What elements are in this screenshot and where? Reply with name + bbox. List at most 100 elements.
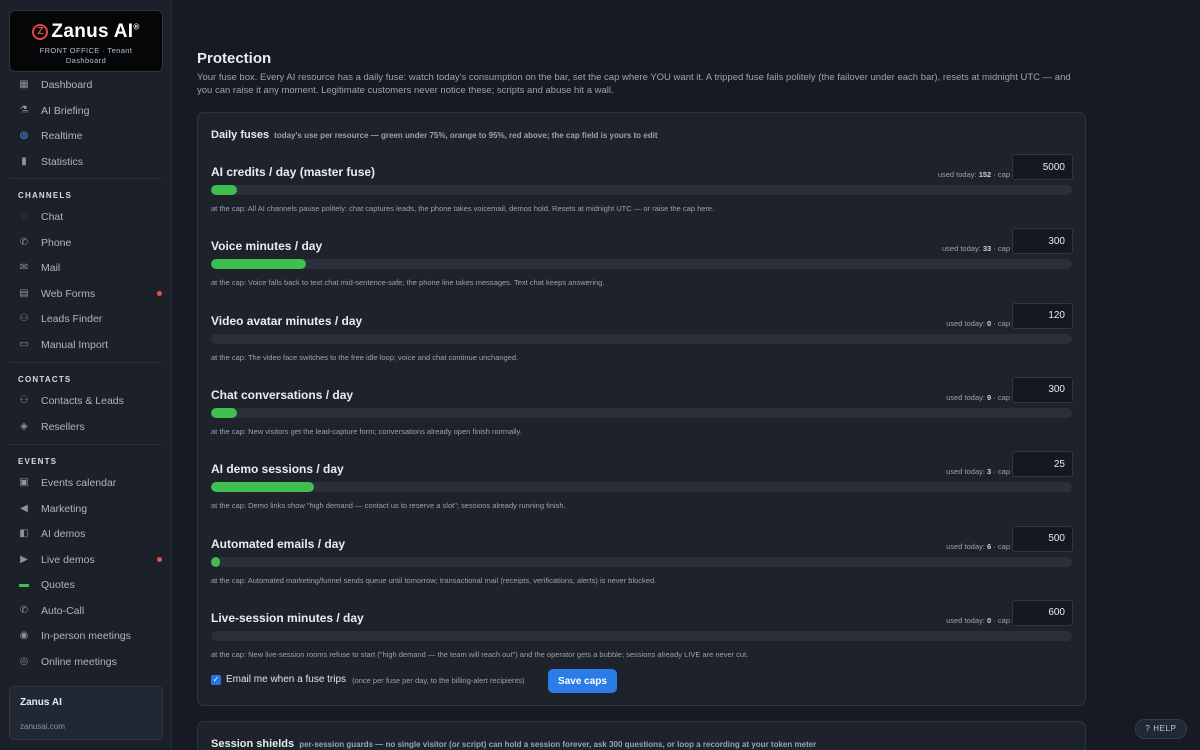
divider bbox=[9, 178, 161, 179]
sidebar-item-resellers[interactable]: ◈ Resellers bbox=[18, 418, 158, 436]
divider bbox=[9, 362, 161, 363]
daily-fuses-header: Daily fuses today's use per resource — g… bbox=[211, 129, 658, 141]
sidebar-item-web-forms[interactable]: ▤ Web Forms bbox=[18, 285, 162, 303]
sidebar-item-leads-finder[interactable]: ⚇ Leads Finder bbox=[18, 310, 158, 328]
sidebar-item-label: Chat bbox=[41, 211, 64, 223]
sidebar-item-label: Realtime bbox=[41, 130, 83, 142]
fuse-cap-input[interactable] bbox=[1012, 599, 1073, 626]
email-alert-hint: (once per fuse per day, to the billing-a… bbox=[352, 676, 525, 685]
fuse-usage: used today: 0 · cap bbox=[946, 615, 1010, 625]
fuse-usage: used today: 152 · cap bbox=[937, 170, 1010, 179]
divider bbox=[9, 444, 161, 445]
quote-icon: ▬ bbox=[19, 579, 29, 590]
notification-dot bbox=[157, 556, 162, 562]
fuse-cap-input[interactable] bbox=[1012, 154, 1073, 180]
sidebar-item-online-meetings[interactable]: ◎ Online meetings bbox=[18, 653, 158, 671]
sidebar-item-label: Statistics bbox=[41, 155, 84, 168]
company-card[interactable]: Zanus AI zanusai.com bbox=[9, 686, 163, 740]
fuse-usage-bar bbox=[211, 407, 1072, 418]
fuse-cap-input[interactable] bbox=[1012, 376, 1073, 403]
sidebar-item-label: Contacts & Leads bbox=[41, 395, 124, 407]
sidebar: Z Zanus AI® FRONT OFFICE · Tenant Dashbo… bbox=[0, 0, 172, 750]
fuse-row: Voice minutes / day used today: 33 · cap a… bbox=[211, 228, 1073, 305]
megaphone-icon: ◀ bbox=[20, 502, 28, 514]
fuse-cap-input[interactable] bbox=[1012, 302, 1073, 329]
sidebar-item-in-person-meetings[interactable]: ◉ In-person meetings bbox=[18, 627, 158, 645]
help-button[interactable]: ? HELP bbox=[1135, 719, 1187, 739]
fuse-cap-input[interactable] bbox=[1012, 228, 1073, 255]
fuse-usage: used today: 9 · cap bbox=[946, 392, 1010, 402]
sidebar-item-statistics[interactable]: ▮ Statistics bbox=[18, 153, 158, 171]
fuse-usage-bar bbox=[211, 259, 1072, 270]
section-title-events: EVENTS bbox=[18, 457, 58, 466]
sidebar-item-auto-call[interactable]: ✆ Auto-Call bbox=[18, 602, 158, 620]
save-caps-button[interactable]: Save caps bbox=[548, 669, 617, 693]
fuse-usage-fill bbox=[211, 556, 220, 567]
fuse-usage-fill bbox=[211, 259, 306, 270]
sidebar-item-quotes[interactable]: ▬ Quotes bbox=[18, 576, 158, 594]
sidebar-item-ai-briefing[interactable]: ⚗ AI Briefing bbox=[18, 102, 158, 120]
sidebar-item-realtime[interactable]: ◍ Realtime bbox=[18, 127, 158, 145]
sidebar-item-ai-demos[interactable]: ◧ AI demos bbox=[18, 525, 158, 543]
fuse-row: Automated emails / day used today: 6 · ca… bbox=[211, 525, 1073, 603]
sidebar-item-dashboard[interactable]: ▦ Dashboard bbox=[18, 76, 158, 94]
sidebar-item-marketing[interactable]: ◀ Marketing bbox=[18, 500, 158, 518]
import-icon: ▭ bbox=[19, 338, 29, 350]
fuse-usage-bar bbox=[211, 630, 1072, 641]
sidebar-item-chat[interactable]: ◌ Chat bbox=[18, 208, 158, 226]
sidebar-item-label: Phone bbox=[41, 236, 72, 249]
sidebar-item-label: Live demos bbox=[41, 553, 95, 566]
auto-call-icon: ✆ bbox=[19, 604, 29, 616]
fuse-usage-bar bbox=[211, 333, 1072, 344]
ai-demo-icon: ◧ bbox=[19, 528, 29, 539]
briefing-icon: ⚗ bbox=[19, 104, 29, 116]
fuse-title: AI credits / day (master fuse) bbox=[211, 165, 376, 179]
sidebar-item-manual-import[interactable]: ▭ Manual Import bbox=[18, 336, 158, 354]
brand-logo[interactable]: Z Zanus AI® FRONT OFFICE · Tenant Dashbo… bbox=[9, 10, 163, 72]
sidebar-item-label: Online meetings bbox=[41, 655, 117, 668]
sidebar-item-label: Mail bbox=[41, 262, 61, 274]
fuse-failover-note: at the cap: Automated marketing/funnel s… bbox=[211, 575, 657, 585]
grid-icon: ▦ bbox=[19, 79, 29, 90]
sidebar-item-mail[interactable]: ✉ Mail bbox=[18, 259, 158, 277]
fuse-usage-fill bbox=[211, 185, 237, 195]
fuse-row: Video avatar minutes / day used today: 0 … bbox=[211, 302, 1073, 380]
fuse-usage-fill bbox=[211, 407, 237, 418]
page-description: Your fuse box. Every AI resource has a d… bbox=[197, 72, 1071, 96]
sidebar-item-label: Resellers bbox=[41, 420, 85, 433]
fuse-title: Automated emails / day bbox=[211, 536, 346, 551]
fuse-failover-note: at the cap: Voice falls back to text cha… bbox=[211, 278, 605, 288]
section-title-channels: CHANNELS bbox=[18, 191, 73, 200]
sidebar-item-contacts-leads[interactable]: ⚇ Contacts & Leads bbox=[18, 392, 158, 410]
calendar-icon: ▣ bbox=[19, 477, 29, 488]
sidebar-item-label: Quotes bbox=[41, 579, 75, 591]
fuse-usage: used today: 3 · cap bbox=[946, 467, 1010, 477]
brand-subtitle: FRONT OFFICE · Tenant Dashboard bbox=[39, 46, 133, 65]
checkbox-checked-icon[interactable]: ✓ bbox=[211, 674, 221, 685]
sidebar-item-label: AI Briefing bbox=[41, 104, 90, 117]
contacts-icon: ⚇ bbox=[19, 395, 29, 406]
fuse-failover-note: at the cap: Demo links show "high demand… bbox=[211, 501, 566, 511]
section-title-contacts: CONTACTS bbox=[18, 375, 72, 384]
session-shields-panel: Session shields per-session guards — no … bbox=[197, 721, 1086, 750]
sidebar-item-label: AI demos bbox=[41, 528, 86, 540]
sidebar-item-label: Events calendar bbox=[41, 477, 117, 489]
sidebar-item-label: Leads Finder bbox=[41, 313, 103, 325]
company-name: Zanus AI bbox=[20, 697, 62, 708]
fuse-failover-note: at the cap: All AI channels pause polite… bbox=[211, 204, 715, 213]
pin-icon: ◉ bbox=[19, 630, 29, 641]
email-alert-checkbox[interactable]: ✓ Email me when a fuse trips (once per f… bbox=[211, 674, 525, 685]
sidebar-item-label: Marketing bbox=[41, 502, 88, 515]
fuse-row: Chat conversations / day used today: 9 · … bbox=[211, 376, 1073, 454]
fuse-row: AI credits / day (master fuse) used today… bbox=[211, 154, 1073, 231]
fuse-usage-bar bbox=[211, 556, 1072, 567]
fuse-cap-input[interactable] bbox=[1012, 525, 1073, 552]
sidebar-item-phone[interactable]: ✆ Phone bbox=[18, 234, 158, 252]
sidebar-item-events-calendar[interactable]: ▣ Events calendar bbox=[18, 474, 158, 492]
sidebar-item-live-demos[interactable]: ▶ Live demos bbox=[18, 551, 162, 569]
session-shields-header: Session shields per-session guards — no … bbox=[211, 738, 817, 750]
online-meeting-icon: ◎ bbox=[19, 655, 29, 667]
fuse-cap-input[interactable] bbox=[1012, 451, 1073, 478]
page-title: Protection bbox=[197, 50, 272, 67]
fuse-usage-bar bbox=[211, 185, 1072, 195]
